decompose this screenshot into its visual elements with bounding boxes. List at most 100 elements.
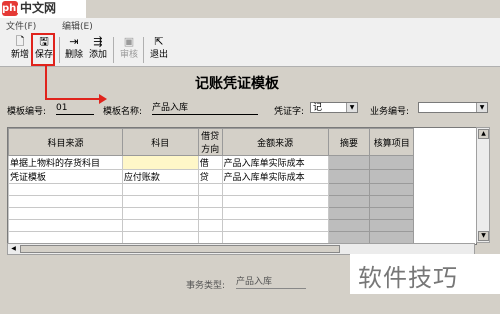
table-cell[interactable] bbox=[369, 183, 415, 196]
menu-file[interactable]: 文件(F) bbox=[6, 19, 36, 32]
chevron-down-icon: ▼ bbox=[346, 103, 357, 112]
table-cell[interactable] bbox=[327, 231, 371, 244]
table-cell[interactable]: 产品入库单实际成本 bbox=[221, 169, 329, 184]
grid-filler bbox=[414, 196, 476, 208]
table-row bbox=[8, 219, 476, 232]
table-cell[interactable] bbox=[8, 219, 123, 232]
delete-row-icon: ⇥ bbox=[69, 35, 79, 48]
table-cell[interactable] bbox=[121, 219, 199, 232]
table-cell[interactable] bbox=[327, 207, 371, 220]
new-file-icon: 🗋 bbox=[15, 35, 25, 48]
table-cell[interactable] bbox=[369, 231, 415, 244]
business-no-select[interactable]: ▼ bbox=[418, 102, 488, 113]
add-row-icon: ⇶ bbox=[93, 35, 103, 48]
table-cell[interactable] bbox=[221, 195, 329, 208]
php-logo-icon: php bbox=[2, 1, 24, 16]
save-highlight-box bbox=[31, 33, 55, 66]
table-row: 凭证模板 应付账款 贷 产品入库单实际成本 bbox=[8, 169, 476, 184]
add-button[interactable]: ⇶ 添加 bbox=[86, 35, 110, 65]
table-cell[interactable]: 单据上物料的存货科目 bbox=[8, 155, 123, 170]
voucher-template-grid: 科目来源 科目 借贷方向 金额来源 摘要 核算项目 单据上物料的存货科目 借 产… bbox=[7, 127, 477, 245]
grid-filler bbox=[414, 208, 476, 220]
site-watermark: php 中文网 bbox=[0, 0, 86, 18]
template-no-field[interactable]: 01 bbox=[56, 103, 94, 115]
table-cell[interactable] bbox=[121, 155, 199, 170]
template-name-field[interactable]: 产品入库 bbox=[152, 103, 258, 115]
table-cell[interactable] bbox=[121, 183, 199, 196]
grid-filler bbox=[414, 220, 476, 232]
annotation-arrow bbox=[45, 66, 47, 100]
table-cell[interactable] bbox=[197, 195, 223, 208]
table-cell[interactable] bbox=[8, 231, 123, 244]
business-type-label: 事务类型: bbox=[186, 281, 226, 291]
watermark-text: 中文网 bbox=[20, 1, 57, 15]
table-row bbox=[8, 231, 476, 244]
business-type-field: 产品入库 bbox=[236, 277, 306, 289]
table-cell[interactable] bbox=[221, 183, 329, 196]
delete-button[interactable]: ⇥ 删除 bbox=[62, 35, 86, 65]
table-cell[interactable] bbox=[369, 207, 415, 220]
menu-bar: 文件(F) 编辑(E) bbox=[0, 18, 500, 32]
grid-filler bbox=[414, 232, 476, 244]
voucher-label: 凭证字: bbox=[274, 107, 305, 117]
table-cell[interactable] bbox=[369, 195, 415, 208]
table-cell[interactable] bbox=[197, 183, 223, 196]
table-cell[interactable] bbox=[121, 195, 199, 208]
exit-button[interactable]: ⇱ 退出 bbox=[147, 35, 171, 65]
table-cell[interactable] bbox=[121, 207, 199, 220]
scroll-down-icon[interactable]: ▼ bbox=[478, 231, 489, 241]
scroll-left-icon[interactable]: ◀ bbox=[9, 245, 18, 253]
table-cell[interactable] bbox=[221, 219, 329, 232]
table-cell[interactable] bbox=[369, 169, 415, 184]
table-cell[interactable]: 借 bbox=[197, 155, 223, 170]
table-cell[interactable]: 应付账款 bbox=[121, 169, 199, 184]
new-button[interactable]: 🗋 新增 bbox=[8, 35, 32, 65]
table-cell[interactable] bbox=[197, 231, 223, 244]
bottom-watermark: 软件技巧 bbox=[350, 254, 500, 294]
grid-filler bbox=[414, 184, 476, 196]
page-title: 记账凭证模板 bbox=[195, 76, 279, 92]
column-header[interactable]: 科目 bbox=[121, 128, 199, 156]
table-cell[interactable]: 凭证模板 bbox=[8, 169, 123, 184]
table-cell[interactable] bbox=[327, 183, 371, 196]
column-header[interactable]: 金额来源 bbox=[221, 128, 329, 156]
table-cell[interactable] bbox=[369, 155, 415, 170]
table-cell[interactable] bbox=[327, 219, 371, 232]
table-cell[interactable]: 贷 bbox=[197, 169, 223, 184]
column-header[interactable]: 借贷方向 bbox=[197, 128, 223, 156]
chevron-down-icon: ▼ bbox=[476, 103, 487, 112]
table-cell[interactable] bbox=[369, 219, 415, 232]
menu-edit[interactable]: 编辑(E) bbox=[62, 19, 93, 32]
toolbar-separator bbox=[143, 37, 144, 63]
table-cell[interactable] bbox=[197, 219, 223, 232]
table-cell[interactable] bbox=[327, 169, 371, 184]
grid-filler bbox=[414, 156, 476, 170]
table-row bbox=[8, 207, 476, 220]
column-header[interactable]: 摘要 bbox=[327, 128, 371, 156]
vertical-scrollbar[interactable]: ▲ ▼ bbox=[476, 127, 490, 243]
arrow-head-icon bbox=[99, 94, 107, 104]
toolbar-separator bbox=[59, 37, 60, 63]
template-no-label: 模板编号: bbox=[7, 107, 47, 117]
table-cell[interactable] bbox=[8, 207, 123, 220]
column-header[interactable]: 科目来源 bbox=[8, 128, 123, 156]
review-button[interactable]: ▣ 审核 bbox=[117, 35, 141, 65]
template-name-label: 模板名称: bbox=[103, 107, 143, 117]
toolbar: 🗋 新增 🖫 保存 ⇥ 删除 ⇶ 添加 ▣ 审核 ⇱ 退出 bbox=[0, 32, 500, 67]
table-row: 单据上物料的存货科目 借 产品入库单实际成本 bbox=[8, 155, 476, 170]
table-cell[interactable] bbox=[8, 195, 123, 208]
table-cell[interactable]: 产品入库单实际成本 bbox=[221, 155, 329, 170]
table-cell[interactable] bbox=[327, 155, 371, 170]
table-cell[interactable] bbox=[197, 207, 223, 220]
table-cell[interactable] bbox=[8, 183, 123, 196]
table-cell[interactable] bbox=[121, 231, 199, 244]
scroll-up-icon[interactable]: ▲ bbox=[478, 129, 489, 139]
grid-filler bbox=[413, 128, 476, 156]
table-cell[interactable] bbox=[221, 231, 329, 244]
table-cell[interactable] bbox=[327, 195, 371, 208]
voucher-select[interactable]: 记 ▼ bbox=[310, 102, 358, 113]
scrollbar-thumb[interactable] bbox=[20, 245, 340, 253]
table-cell[interactable] bbox=[221, 207, 329, 220]
column-header[interactable]: 核算项目 bbox=[369, 128, 415, 156]
toolbar-separator bbox=[113, 37, 114, 63]
